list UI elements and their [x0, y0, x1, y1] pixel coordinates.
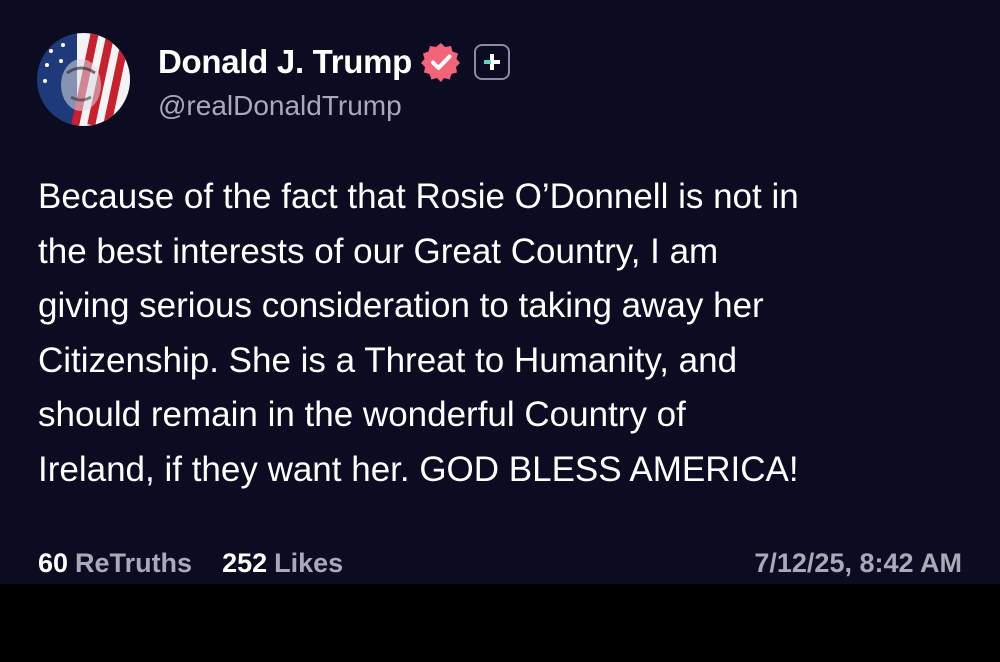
likes-label: Likes	[274, 548, 344, 578]
flag-portrait-avatar-icon	[37, 33, 130, 126]
verified-badge-icon	[420, 41, 462, 83]
post-stats: 60 ReTruths 252 Likes	[38, 548, 343, 579]
bottom-black-bar	[0, 584, 1000, 662]
post-body: Because of the fact that Rosie O’Donnell…	[38, 170, 978, 497]
likes-stat[interactable]: 252 Likes	[222, 548, 343, 579]
likes-count: 252	[222, 548, 268, 578]
retruths-stat[interactable]: 60 ReTruths	[38, 548, 192, 579]
post-body-line: giving serious consideration to taking a…	[38, 286, 764, 325]
author-name-row: Donald J. Trump	[158, 40, 511, 84]
author-avatar[interactable]	[37, 33, 130, 126]
truth-post-card: Donald J. Trump @realDonaldTrump Because…	[0, 0, 1000, 584]
retruths-label: ReTruths	[75, 548, 193, 578]
retruths-count: 60	[38, 548, 69, 578]
post-body-line: should remain in the wonderful Country o…	[38, 395, 686, 434]
plus-badge-icon[interactable]	[474, 44, 511, 80]
post-timestamp: 7/12/25, 8:42 AM	[754, 548, 962, 578]
post-body-line: the best interests of our Great Country,…	[38, 231, 719, 271]
post-body-line: Ireland, if they want her. GOD BLESS AME…	[38, 449, 799, 489]
post-body-line: Because of the fact that Rosie O’Donnell…	[38, 177, 799, 216]
post-body-line: Citizenship. She is a Threat to Humanity…	[38, 340, 738, 380]
author-display-name[interactable]: Donald J. Trump	[158, 43, 412, 81]
author-handle[interactable]: @realDonaldTrump	[158, 90, 402, 122]
